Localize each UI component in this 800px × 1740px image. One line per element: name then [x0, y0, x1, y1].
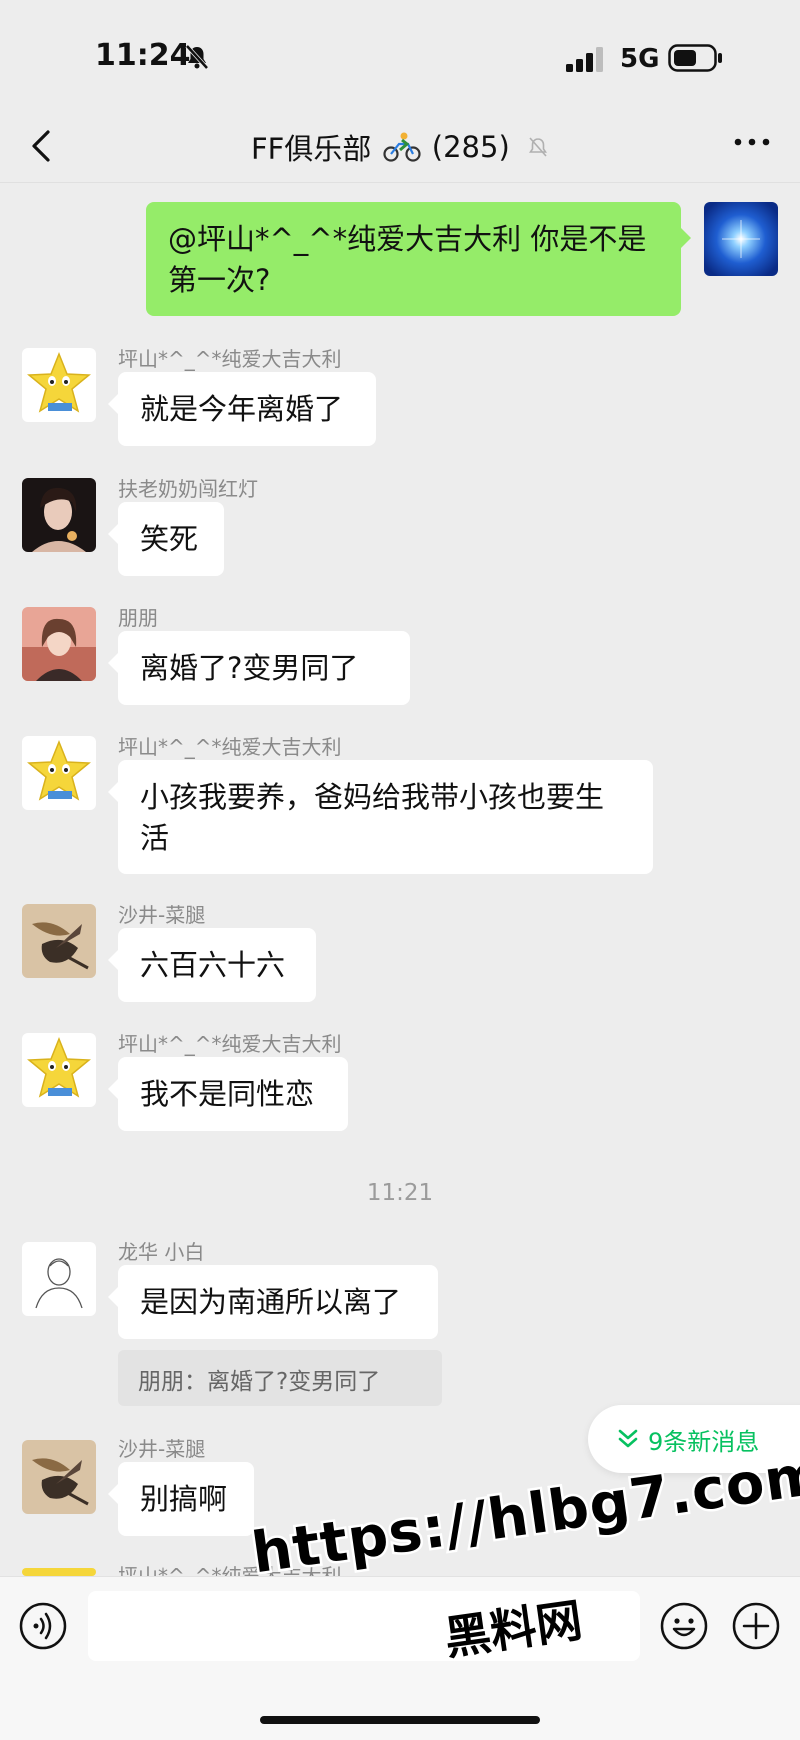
girl-avatar-image [22, 607, 96, 681]
bird-avatar-image [22, 904, 96, 978]
sketch-avatar-image [22, 1242, 96, 1316]
status-bar: 11:24 5G [0, 0, 800, 110]
avatar-pingshan[interactable] [22, 736, 96, 810]
chat-title: FF俱乐部 (285) [0, 126, 800, 168]
message-bubble[interactable]: 是因为南通所以离了 [108, 1265, 438, 1339]
bell-off-icon [185, 44, 209, 70]
emoji-icon[interactable] [659, 1601, 709, 1651]
star-avatar-image [22, 736, 96, 810]
message-text: 别搞啊 [140, 1482, 228, 1516]
bird-avatar-image [22, 1440, 96, 1514]
message-bubble[interactable]: 六百六十六 [108, 928, 316, 1002]
status-time: 11:24 [95, 38, 191, 73]
message-text: 是因为南通所以离了 [140, 1285, 402, 1319]
signal-icon [566, 47, 603, 72]
avatar-pingshan[interactable] [22, 348, 96, 422]
message-text: 我不是同性恋 [140, 1077, 315, 1111]
battery-icon [668, 44, 722, 72]
portrait-avatar-image [22, 478, 96, 552]
avatar-shajing[interactable] [22, 904, 96, 978]
message-text: 就是今年离婚了 [140, 392, 344, 426]
sender-name: 沙井-菜腿 [118, 1437, 206, 1461]
member-count: (285) [431, 130, 510, 164]
message-bubble[interactable]: 别搞啊 [108, 1462, 254, 1536]
voice-input-icon[interactable] [18, 1601, 68, 1651]
sender-name: 龙华 小白 [118, 1240, 205, 1264]
plus-icon[interactable] [731, 1601, 781, 1651]
sender-name: 扶老奶奶闯红灯 [118, 477, 258, 501]
message-text: 笑死 [140, 522, 199, 556]
sender-name: 坪山*^_^*纯爱大吉大利 [118, 347, 342, 371]
avatar-longhua[interactable] [22, 1242, 96, 1316]
mute-bell-icon [529, 137, 547, 157]
message-bubble[interactable]: 离婚了?变男同了 [108, 631, 410, 705]
double-chevron-down-icon [618, 1429, 638, 1448]
message-bubble[interactable]: 笑死 [108, 502, 224, 576]
quoted-message[interactable]: 朋朋：离婚了?变男同了 [118, 1350, 442, 1406]
home-indicator [260, 1716, 540, 1724]
message-text: 小孩我要养，爸妈给我带小孩也要生活 [140, 780, 605, 855]
more-options-icon[interactable] [732, 132, 772, 152]
avatar-self[interactable] [704, 202, 778, 276]
sender-name: 朋朋 [118, 606, 158, 630]
sender-name: 坪山*^_^*纯爱大吉大利 [118, 735, 342, 759]
avatar-fulaonainai[interactable] [22, 478, 96, 552]
sender-name: 坪山*^_^*纯爱大吉大利 [118, 1032, 342, 1056]
star-avatar-image [22, 348, 96, 422]
group-name: FF俱乐部 [250, 132, 372, 166]
network-type: 5G [620, 44, 660, 74]
message-bubble[interactable]: 小孩我要养，爸妈给我带小孩也要生活 [108, 760, 653, 874]
message-bubble[interactable]: 我不是同性恋 [108, 1057, 348, 1131]
self-avatar-image [704, 202, 778, 276]
avatar-pingshan[interactable] [22, 1033, 96, 1107]
cyclist-emoji-icon [382, 132, 421, 162]
star-avatar-image [22, 1033, 96, 1107]
avatar-shajing[interactable] [22, 1440, 96, 1514]
avatar-pingshan[interactable] [22, 1568, 96, 1576]
message-bubble[interactable]: 就是今年离婚了 [108, 372, 376, 446]
chat-header: FF俱乐部 (285) [0, 110, 800, 183]
watermark-url: https://hlbg7.com [246, 1439, 800, 1589]
message-text: 六百六十六 [140, 948, 286, 982]
message-bubble-self[interactable]: @坪山*^_^*纯爱大吉大利 你是不是第一次? [146, 202, 691, 316]
sender-name: 沙井-菜腿 [118, 903, 206, 927]
avatar-pengpeng[interactable] [22, 607, 96, 681]
message-text: 离婚了?变男同了 [140, 651, 359, 685]
chat-timestamp: 11:21 [366, 1180, 434, 1206]
quote-text: 朋朋：离婚了?变男同了 [138, 1369, 381, 1395]
input-bar [0, 1576, 800, 1740]
message-text: @坪山*^_^*纯爱大吉大利 你是不是第一次? [168, 222, 647, 297]
